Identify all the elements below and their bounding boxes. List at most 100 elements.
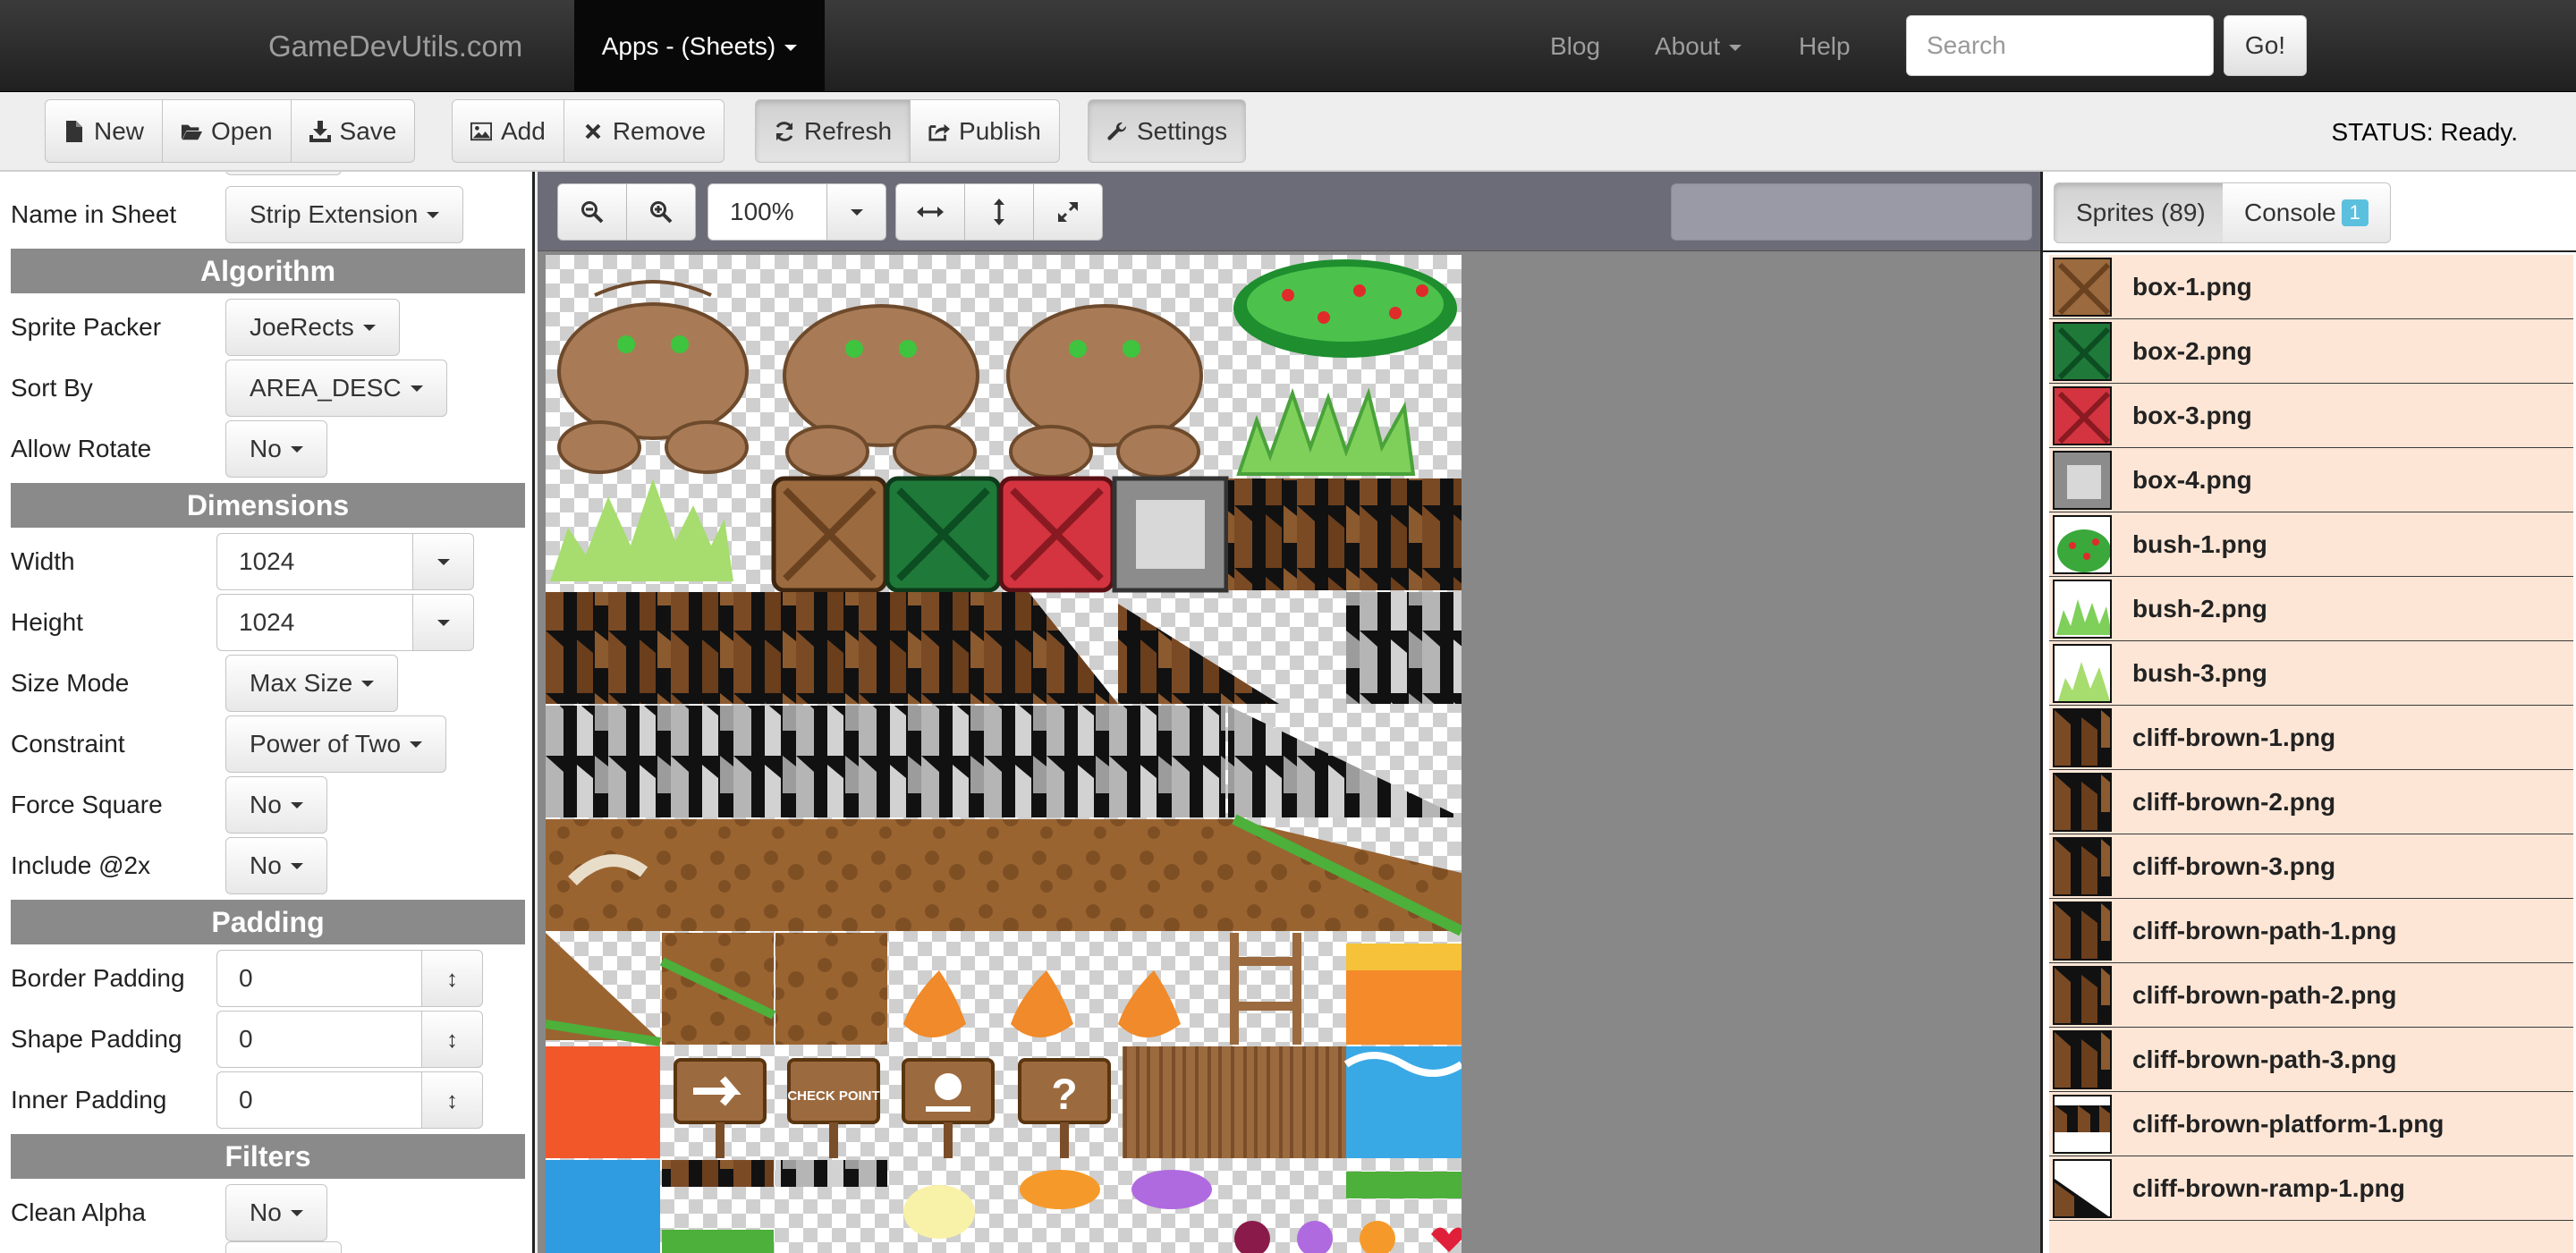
sprite-thumbnail — [2053, 1095, 2112, 1154]
tab-sprites[interactable]: Sprites (89) — [2054, 182, 2228, 243]
search-input[interactable] — [1906, 15, 2214, 76]
file-icon — [64, 120, 85, 142]
inner-padding-resize-button[interactable]: ↕ — [422, 1071, 483, 1129]
go-button[interactable]: Go! — [2224, 15, 2307, 76]
zoom-level-dropdown[interactable] — [827, 183, 886, 241]
zoom-level-input[interactable]: 100% — [708, 183, 827, 241]
sort-by-row: Sort By AREA_DESC — [11, 358, 528, 419]
publish-button[interactable]: Publish — [910, 99, 1060, 163]
image-icon — [470, 121, 492, 142]
border-padding-input[interactable]: 0 — [216, 950, 422, 1007]
remove-button[interactable]: Remove — [563, 99, 725, 163]
sprite-list-item[interactable]: bush-1.png — [2049, 512, 2573, 577]
top-navbar: GameDevUtils.com Apps - (Sheets) Blog Ab… — [0, 0, 2576, 92]
bush-berries-sprite — [1233, 259, 1457, 358]
sprite-filename: box-1.png — [2132, 273, 2252, 301]
sprite-list-item[interactable]: cliff-brown-path-1.png — [2049, 899, 2573, 963]
shape-padding-resize-button[interactable]: ↕ — [422, 1011, 483, 1068]
sprite-list-item[interactable]: cliff-brown-3.png — [2049, 834, 2573, 899]
sort-by-dropdown[interactable]: AREA_DESC — [225, 360, 447, 417]
sprite-list-item[interactable]: box-1.png — [2049, 255, 2573, 319]
box-1-sprite — [771, 476, 888, 593]
constraint-label: Constraint — [11, 730, 125, 758]
zoom-out-button[interactable] — [557, 183, 627, 241]
sprite-list-item[interactable]: box-3.png — [2049, 384, 2573, 448]
width-input[interactable]: 1024 — [216, 533, 413, 590]
apps-menu[interactable]: Apps - (Sheets) — [574, 0, 825, 92]
sprite-list-item[interactable]: box-2.png — [2049, 319, 2573, 384]
chevron-down-icon — [290, 801, 303, 809]
include-2x-dropdown[interactable]: No — [225, 837, 327, 894]
wrench-icon — [1106, 121, 1128, 142]
sprite-list-item[interactable]: cliff-brown-ramp-1.png — [2049, 1156, 2573, 1221]
vertical-resize-icon: ↕ — [446, 964, 458, 992]
inner-padding-input[interactable]: 0 — [216, 1071, 422, 1129]
horizontal-arrows-icon — [917, 207, 944, 217]
scrolled-dropdown-button[interactable] — [225, 172, 342, 175]
nav-link-about[interactable]: About — [1655, 0, 1742, 92]
sprite-filename: box-2.png — [2132, 337, 2252, 365]
height-input[interactable]: 1024 — [216, 594, 413, 651]
tab-console[interactable]: Console 1 — [2223, 182, 2391, 243]
zoom-level-group: 100% — [708, 183, 886, 241]
sprite-list-item[interactable]: cliff-brown-platform-1.png — [2049, 1092, 2573, 1156]
constraint-dropdown[interactable]: Power of Two — [225, 715, 447, 773]
width-dropdown-button[interactable] — [413, 533, 474, 590]
inner-padding-field: 0 ↕ — [216, 1071, 483, 1129]
name-in-sheet-dropdown[interactable]: Strip Extension — [225, 186, 464, 243]
force-square-dropdown[interactable]: No — [225, 776, 327, 834]
sprite-list-item[interactable]: cliff-brown-2.png — [2049, 770, 2573, 834]
height-label: Height — [11, 608, 83, 636]
console-count-badge: 1 — [2341, 199, 2368, 226]
canvas-search-field[interactable] — [1671, 183, 2032, 241]
sprite-thumbnail — [2053, 580, 2112, 639]
sprite-packer-dropdown[interactable]: JoeRects — [225, 299, 400, 356]
refresh-button[interactable]: Refresh — [755, 99, 911, 163]
box-4-sprite — [1112, 476, 1229, 593]
fit-height-button[interactable] — [964, 183, 1034, 241]
save-button[interactable]: Save — [290, 99, 416, 163]
fit-width-button[interactable] — [895, 183, 965, 241]
file-button-group: New Open Save — [45, 99, 416, 163]
clean-alpha-dropdown[interactable]: No — [225, 1184, 327, 1241]
box-3-sprite — [998, 476, 1115, 593]
sprite-list-item[interactable]: cliff-brown-path-2.png — [2049, 963, 2573, 1028]
allow-rotate-label: Allow Rotate — [11, 435, 152, 462]
fullscreen-button[interactable] — [1033, 183, 1103, 241]
sprite-thumbnail — [2053, 773, 2112, 832]
sprite-filename: cliff-brown-1.png — [2132, 724, 2336, 751]
zoom-in-button[interactable] — [626, 183, 696, 241]
allow-rotate-dropdown[interactable]: No — [225, 420, 327, 478]
sprite-filename: box-3.png — [2132, 402, 2252, 429]
sprite-list-item[interactable]: cliff-brown-1.png — [2049, 706, 2573, 770]
open-button[interactable]: Open — [162, 99, 292, 163]
inner-padding-label: Inner Padding — [11, 1086, 167, 1113]
sprite-list: box-1.png box-2.png box-3.png box-4.png bush… — [2049, 255, 2573, 1253]
nav-link-blog[interactable]: Blog — [1550, 0, 1600, 92]
new-button[interactable]: New — [45, 99, 164, 163]
nav-link-help[interactable]: Help — [1799, 0, 1851, 92]
ground-dirt-sprite — [775, 933, 887, 1045]
height-dropdown-button[interactable] — [413, 594, 474, 651]
sprite-list-item[interactable]: bush-3.png — [2049, 641, 2573, 706]
chevron-down-icon — [1729, 45, 1742, 52]
brand-logo[interactable]: GameDevUtils.com — [268, 0, 522, 92]
width-row: Width 1024 — [11, 531, 528, 592]
sprite-list-item[interactable]: box-4.png — [2049, 448, 2573, 512]
panel-tabs: Sprites (89) Console 1 — [2043, 172, 2576, 252]
zoom-out-icon — [581, 201, 604, 224]
include-2x-value: No — [250, 851, 282, 879]
sprite-list-item[interactable]: bush-2.png — [2049, 577, 2573, 641]
next-setting-dropdown[interactable] — [225, 1241, 342, 1253]
shape-padding-input[interactable]: 0 — [216, 1011, 422, 1068]
sprite-packer-value: JoeRects — [250, 313, 354, 341]
blue-block-sprite — [546, 1160, 660, 1253]
sprite-list-item[interactable]: cliff-brown-path-3.png — [2049, 1028, 2573, 1092]
size-mode-dropdown[interactable]: Max Size — [225, 655, 399, 712]
settings-button[interactable]: Settings — [1088, 99, 1247, 163]
vertical-resize-icon: ↕ — [446, 1025, 458, 1053]
grass-platform-sprite — [1346, 1172, 1462, 1198]
chevron-down-icon — [784, 45, 798, 52]
add-button[interactable]: Add — [452, 99, 564, 163]
border-padding-resize-button[interactable]: ↕ — [422, 950, 483, 1007]
